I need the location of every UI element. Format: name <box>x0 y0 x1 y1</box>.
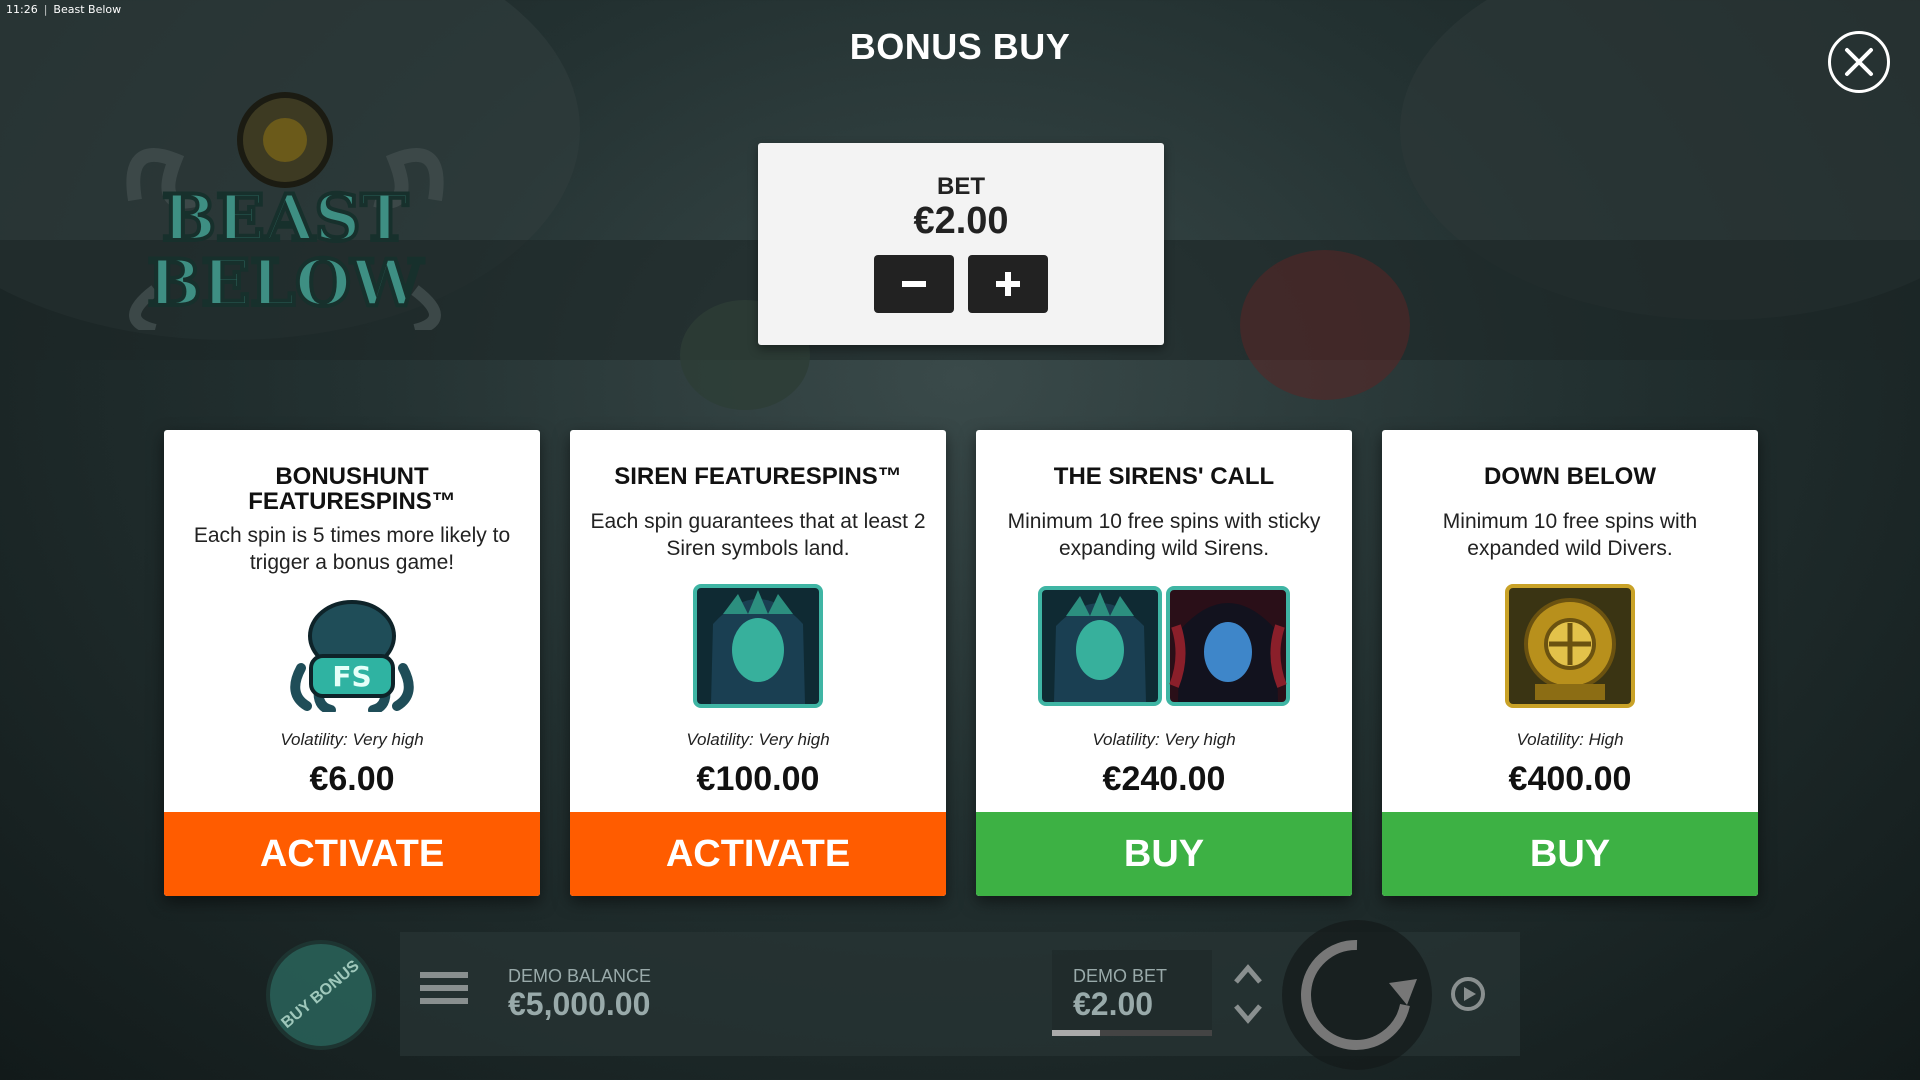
siren-icon <box>693 584 823 708</box>
window-title: Beast Below <box>53 2 122 16</box>
featurespins-symbol: FS <box>164 598 540 718</box>
sirens-symbols <box>976 586 1352 716</box>
card-price: €100.00 <box>696 760 820 798</box>
siren-blue-icon <box>1166 586 1290 706</box>
svg-text:BELOW: BELOW <box>147 246 424 321</box>
svg-text:FS: FS <box>332 660 371 693</box>
card-price: €400.00 <box>1508 760 1632 798</box>
card-volatility: Volatility: Very high <box>686 730 830 749</box>
demo-bet-value: €2.00 <box>1073 986 1154 1022</box>
diver-symbol <box>1382 584 1758 714</box>
card-title: BONUSHUNT FEATURESPINS™ <box>248 463 456 515</box>
card-title: THE SIRENS' CALL <box>1053 463 1275 490</box>
buy-bonus-button[interactable]: BUY BONUS <box>266 940 376 1050</box>
card-volatility: Volatility: Very high <box>1092 730 1236 749</box>
close-button[interactable] <box>1828 31 1890 93</box>
card-title: SIREN FEATURESPINS™ <box>614 463 902 490</box>
card-description: Minimum 10 free spins with sticky expand… <box>1007 510 1321 560</box>
card-description: Minimum 10 free spins with expanded wild… <box>1442 510 1698 560</box>
clock: 11:26 <box>6 2 38 16</box>
octopus-fs-icon: FS <box>290 600 414 712</box>
minus-icon <box>902 281 926 287</box>
siren-symbol <box>570 584 946 714</box>
increase-bet-button[interactable] <box>968 255 1048 313</box>
bonus-card-down-below: DOWN BELOW Minimum 10 free spins with ex… <box>1382 430 1758 896</box>
diver-helmet-icon <box>1505 584 1635 708</box>
buy-button[interactable]: BUY <box>976 812 1352 896</box>
card-price: €6.00 <box>309 760 395 798</box>
bet-level-fill <box>1052 1030 1100 1036</box>
modal-title: BONUS BUY <box>849 26 1071 67</box>
svg-text:BEAST: BEAST <box>162 181 408 256</box>
card-volatility: Volatility: High <box>1516 730 1624 749</box>
buy-button[interactable]: BUY <box>1382 812 1758 896</box>
spin-button[interactable] <box>1282 920 1432 1070</box>
autoplay-icon[interactable] <box>1446 972 1490 1016</box>
window-titlebar: 11:26 | Beast Below <box>0 0 127 18</box>
bonus-card-siren-featurespins: SIREN FEATURESPINS™ Each spin guarantees… <box>570 430 946 896</box>
bet-value: €2.00 <box>913 200 1009 242</box>
buy-bonus-label: BUY BONUS <box>278 957 363 1032</box>
siren-green-icon <box>1038 586 1162 706</box>
bet-label: BET <box>937 173 985 200</box>
plus-icon <box>996 272 1020 296</box>
close-icon <box>1845 48 1873 76</box>
menu-button[interactable] <box>420 972 468 1012</box>
menu-icon <box>420 972 468 978</box>
card-volatility: Volatility: Very high <box>280 730 424 749</box>
beast-below-logo: BEAST BELOW <box>126 92 444 330</box>
card-description: Each spin is 5 times more likely to trig… <box>193 524 511 574</box>
bet-down-arrow-icon[interactable] <box>1232 1002 1264 1026</box>
bet-up-arrow-icon[interactable] <box>1232 962 1264 986</box>
bet-level-bar <box>1052 1030 1212 1036</box>
demo-bet-label: DEMO BET <box>1073 966 1168 986</box>
decrease-bet-button[interactable] <box>874 255 954 313</box>
card-price: €240.00 <box>1102 760 1226 798</box>
spin-icon <box>1301 939 1417 1050</box>
card-description: Each spin guarantees that at least 2 Sir… <box>590 510 926 560</box>
demo-balance-label: DEMO BALANCE <box>508 966 652 986</box>
card-title: DOWN BELOW <box>1484 463 1656 490</box>
bonus-card-sirens-call: THE SIRENS' CALL Minimum 10 free spins w… <box>976 430 1352 896</box>
activate-button[interactable]: ACTIVATE <box>570 812 946 896</box>
bet-panel: BET €2.00 <box>758 143 1164 345</box>
demo-balance-value: €5,000.00 <box>508 986 651 1022</box>
bonus-card-bonushunt: BONUSHUNT FEATURESPINS™ Each spin is 5 t… <box>164 430 540 896</box>
activate-button[interactable]: ACTIVATE <box>164 812 540 896</box>
bonus-cards: BONUSHUNT FEATURESPINS™ Each spin is 5 t… <box>164 430 1758 896</box>
title-separator: | <box>43 2 48 16</box>
